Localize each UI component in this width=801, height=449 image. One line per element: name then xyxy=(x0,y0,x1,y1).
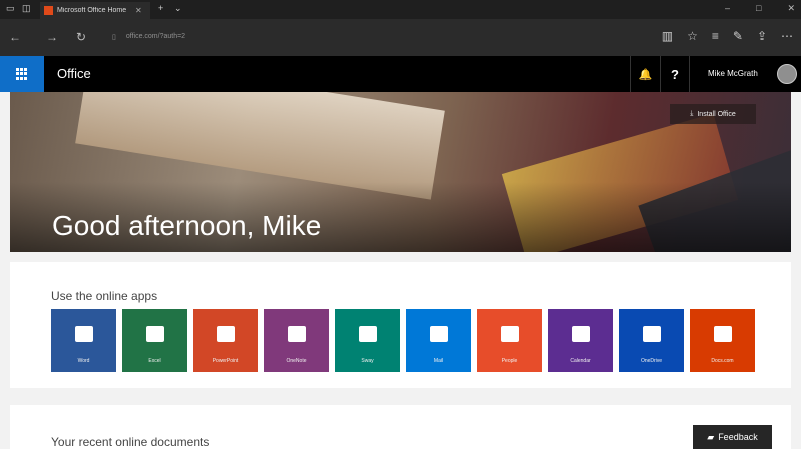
help-button[interactable]: ? xyxy=(660,56,690,92)
tab-title: Microsoft Office Home xyxy=(57,7,127,14)
avatar[interactable] xyxy=(777,64,797,84)
online-apps-section: Use the online apps Word Excel PowerPoint O… xyxy=(10,262,791,388)
page-icon: ▯ xyxy=(112,34,116,41)
calendar-icon xyxy=(571,326,590,342)
install-office-button[interactable]: ⤓ Install Office xyxy=(670,104,756,124)
app-tile-sway[interactable]: Sway xyxy=(335,309,400,372)
app-tile-docs-com[interactable]: Docs.com xyxy=(690,309,755,372)
app-tile-mail[interactable]: Mail xyxy=(406,309,471,372)
notifications-button[interactable]: 🔔 xyxy=(630,56,660,92)
tabs-aside-icon[interactable]: ▭ xyxy=(6,3,15,14)
recent-documents-section: Your recent online documents xyxy=(10,405,791,449)
app-tile-label: Sway xyxy=(361,358,374,364)
docs-com-icon xyxy=(713,326,732,342)
new-tab-icon[interactable]: + xyxy=(158,3,163,13)
section-heading: Use the online apps xyxy=(51,289,158,303)
more-icon[interactable]: ⋯ xyxy=(781,29,793,43)
tab-menu-icon[interactable]: ⌄ xyxy=(174,3,182,14)
app-tile-people[interactable]: People xyxy=(477,309,542,372)
office-header: Office 🔔 ? Mike McGrath xyxy=(0,56,801,92)
maximize-icon[interactable]: □ xyxy=(756,3,761,14)
waffle-icon xyxy=(16,68,28,80)
app-tile-word[interactable]: Word xyxy=(51,309,116,372)
address-bar[interactable]: ▯ office.com/?auth=2 xyxy=(112,33,185,41)
feedback-label: Feedback xyxy=(718,432,758,442)
app-launcher-button[interactable] xyxy=(0,56,44,92)
favorite-star-icon[interactable]: ☆ xyxy=(687,29,698,43)
download-icon: ⤓ xyxy=(690,110,694,117)
app-tile-label: Mail xyxy=(433,358,444,364)
hub-icon[interactable]: ≡ xyxy=(712,29,719,43)
app-tile-calendar[interactable]: Calendar xyxy=(548,309,613,372)
app-tile-label: People xyxy=(501,358,518,364)
app-tile-label: PowerPoint xyxy=(212,358,239,364)
onenote-icon xyxy=(287,326,306,342)
reading-view-icon[interactable]: ▥ xyxy=(662,29,673,43)
user-name[interactable]: Mike McGrath xyxy=(708,69,758,78)
app-tile-label: Calendar xyxy=(570,358,591,364)
excel-icon xyxy=(145,326,164,342)
sway-icon xyxy=(358,326,377,342)
mail-icon xyxy=(429,326,448,342)
minimize-icon[interactable]: – xyxy=(725,3,730,14)
close-window-icon[interactable]: ✕ xyxy=(787,3,795,14)
web-note-icon[interactable]: ✎ xyxy=(733,29,743,43)
chat-icon: ▰ xyxy=(707,431,715,442)
people-icon xyxy=(500,326,519,342)
app-tile-label: OneDrive xyxy=(640,358,663,364)
app-tile-onenote[interactable]: OneNote xyxy=(264,309,329,372)
address-toolbar: ← → ↻ ▯ office.com/?auth=2 ▥ ☆ ≡ ✎ ⇪ ⋯ xyxy=(0,19,801,56)
url-text: office.com/?auth=2 xyxy=(125,33,186,40)
office-brand[interactable]: Office xyxy=(57,66,91,81)
tab-close-icon[interactable]: ✕ xyxy=(135,6,142,15)
back-icon[interactable]: ← xyxy=(9,30,21,44)
forward-icon[interactable]: → xyxy=(46,30,58,44)
app-tile-label: OneNote xyxy=(286,358,307,364)
section-heading: Your recent online documents xyxy=(51,435,210,449)
browser-titlebar: ▭ ◫ Microsoft Office Home ✕ + ⌄ – □ ✕ xyxy=(0,0,801,19)
install-office-label: Install Office xyxy=(697,110,736,118)
powerpoint-icon xyxy=(216,326,235,342)
word-icon xyxy=(74,326,93,342)
onedrive-icon xyxy=(642,326,661,342)
app-tile-label: Word xyxy=(77,358,90,364)
app-tile-label: Docs.com xyxy=(711,358,734,364)
browser-tab[interactable]: Microsoft Office Home ✕ xyxy=(40,2,150,19)
help-icon: ? xyxy=(671,66,679,82)
bell-icon: 🔔 xyxy=(638,68,653,81)
refresh-icon[interactable]: ↻ xyxy=(76,30,86,44)
app-tile-powerpoint[interactable]: PowerPoint xyxy=(193,309,258,372)
app-tile-excel[interactable]: Excel xyxy=(122,309,187,372)
tab-preview-icon[interactable]: ◫ xyxy=(22,3,31,14)
app-tile-label: Excel xyxy=(148,358,161,364)
app-tiles: Word Excel PowerPoint OneNote Sway Mail People… xyxy=(51,309,755,372)
feedback-button[interactable]: ▰ Feedback xyxy=(693,425,772,449)
greeting-heading: Good afternoon, Mike xyxy=(52,210,322,241)
app-tile-onedrive[interactable]: OneDrive xyxy=(619,309,684,372)
share-icon[interactable]: ⇪ xyxy=(757,29,767,43)
office-favicon-icon xyxy=(44,6,53,15)
